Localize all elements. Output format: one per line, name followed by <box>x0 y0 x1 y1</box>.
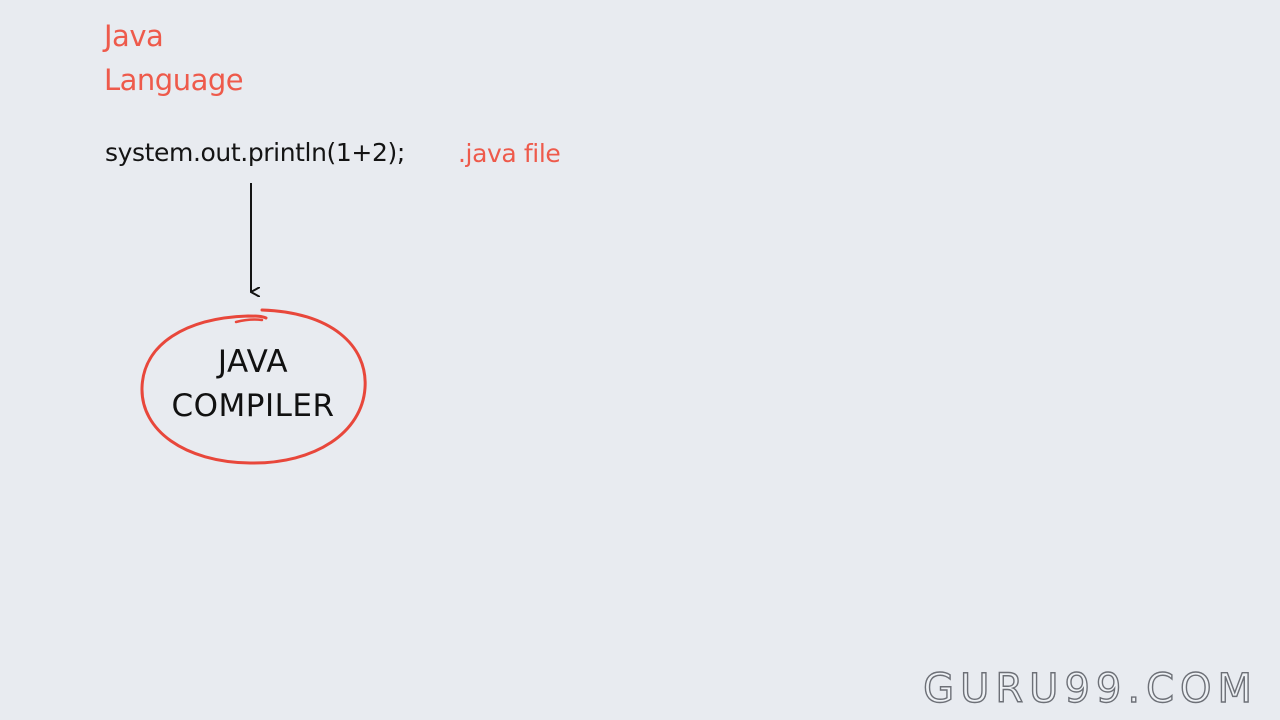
compiler-node-label: JAVA COMPILER <box>142 340 364 428</box>
site-watermark: GURU99.COM <box>922 665 1258 712</box>
compiler-label-line-1: JAVA <box>217 344 289 380</box>
compiler-label-line-2: COMPILER <box>171 388 335 424</box>
